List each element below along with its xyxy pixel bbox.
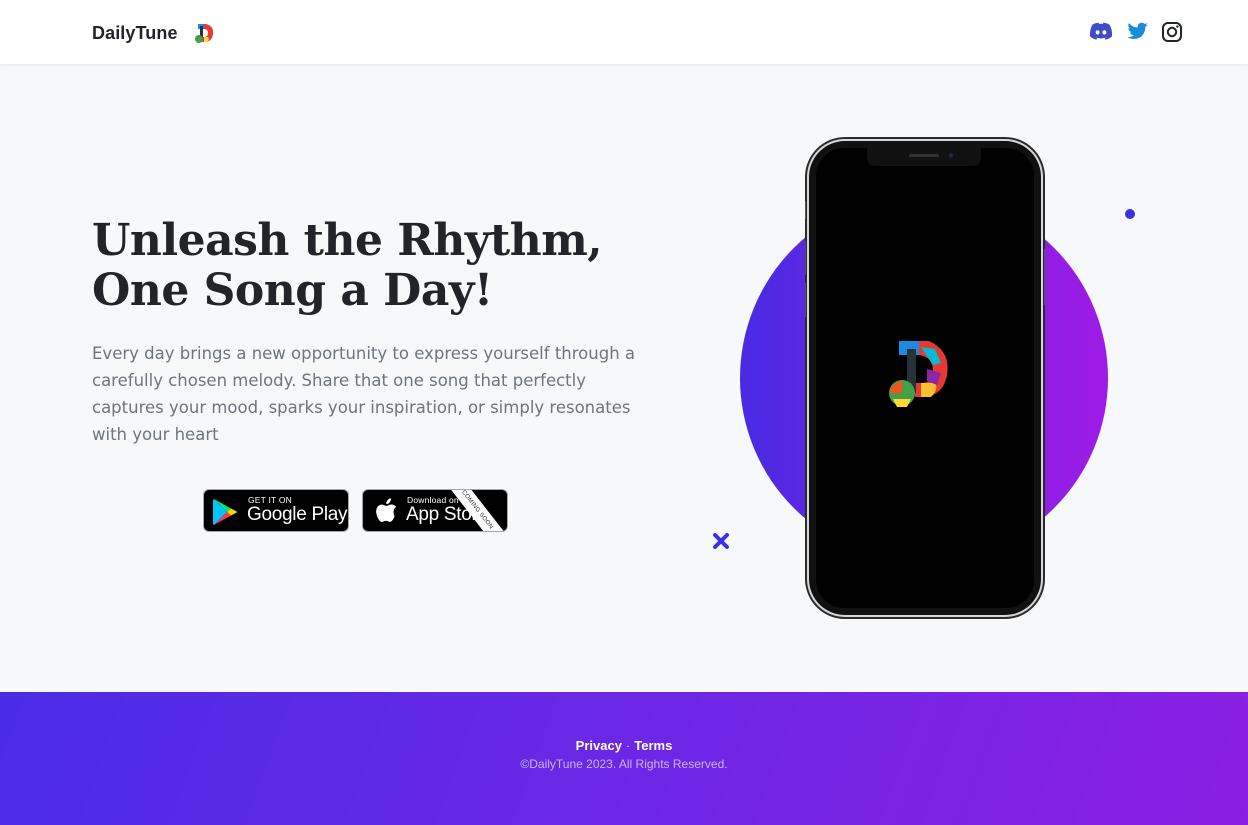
google-play-label: Google Play [247, 504, 348, 525]
privacy-link[interactable]: Privacy [576, 738, 622, 753]
hero-section: Unleash the Rhythm, One Song a Day! Ever… [0, 64, 1248, 692]
hero-headline: Unleash the Rhythm, One Song a Day! [92, 216, 652, 316]
app-store-button[interactable]: Download on the App Store COMING SOON [362, 489, 508, 532]
google-play-icon [213, 499, 237, 525]
apple-icon [376, 498, 397, 522]
google-play-button[interactable]: GET IT ON Google Play [203, 489, 349, 532]
phone-mockup [805, 137, 1045, 619]
dailytune-logo-icon [194, 24, 213, 43]
footer-links: Privacy · Terms [0, 738, 1248, 753]
footer: Privacy · Terms ©DailyTune 2023. All Right… [0, 692, 1248, 825]
navbar: DailyTune [0, 0, 1248, 64]
discord-icon[interactable] [1088, 20, 1114, 44]
instagram-icon[interactable] [1160, 20, 1186, 44]
headline-line-2: One Song a Day! [92, 265, 493, 316]
decorative-dot [1125, 209, 1135, 219]
decorative-cross-icon [713, 533, 729, 549]
twitter-icon[interactable] [1124, 20, 1150, 44]
copyright-text: ©DailyTune 2023. All Rights Reserved. [520, 757, 728, 771]
brand-name: DailyTune [92, 22, 178, 43]
headline-line-1: Unleash the Rhythm, [92, 215, 603, 266]
terms-link[interactable]: Terms [634, 738, 672, 753]
social-links [1088, 20, 1186, 44]
brand-link[interactable]: DailyTune [92, 18, 216, 48]
hero-description: Every day brings a new opportunity to ex… [92, 344, 636, 444]
footer-separator: · [625, 738, 631, 753]
